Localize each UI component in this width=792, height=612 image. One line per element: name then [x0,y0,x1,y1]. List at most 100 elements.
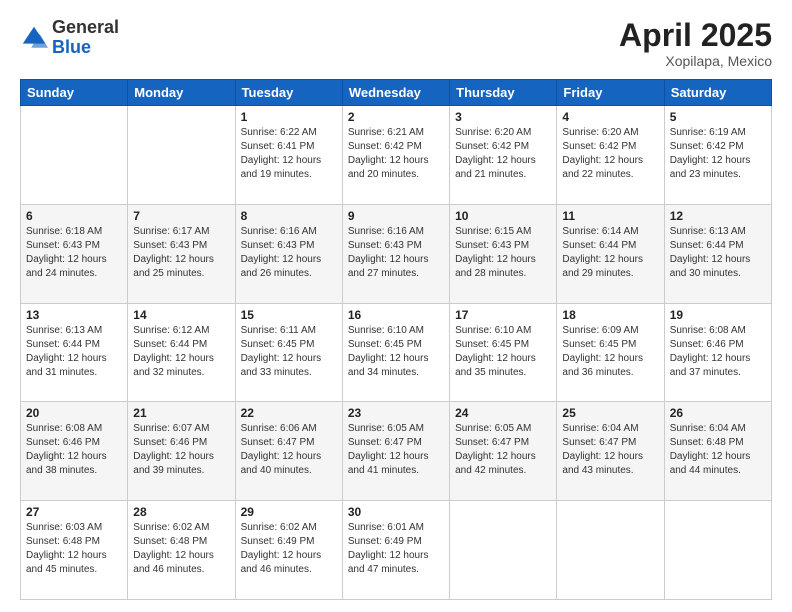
day-number: 20 [26,406,122,420]
table-row: 9 Sunrise: 6:16 AM Sunset: 6:43 PM Daylig… [342,204,449,303]
table-row: 19 Sunrise: 6:08 AM Sunset: 6:46 PM Dayli… [664,303,771,402]
header-thursday: Thursday [450,80,557,106]
table-row [450,501,557,600]
header-saturday: Saturday [664,80,771,106]
table-row: 6 Sunrise: 6:18 AM Sunset: 6:43 PM Daylig… [21,204,128,303]
day-number: 25 [562,406,658,420]
title-block: April 2025 Xopilapa, Mexico [619,18,772,69]
table-row: 30 Sunrise: 6:01 AM Sunset: 6:49 PM Dayli… [342,501,449,600]
day-info: Sunrise: 6:08 AM Sunset: 6:46 PM Dayligh… [670,324,766,380]
table-row: 18 Sunrise: 6:09 AM Sunset: 6:45 PM Dayli… [557,303,664,402]
day-info: Sunrise: 6:18 AM Sunset: 6:43 PM Dayligh… [26,225,122,281]
logo-general-text: General [52,18,119,38]
day-number: 9 [348,209,444,223]
table-row: 11 Sunrise: 6:14 AM Sunset: 6:44 PM Dayli… [557,204,664,303]
day-info: Sunrise: 6:11 AM Sunset: 6:45 PM Dayligh… [241,324,337,380]
day-number: 26 [670,406,766,420]
table-row: 12 Sunrise: 6:13 AM Sunset: 6:44 PM Dayli… [664,204,771,303]
day-number: 18 [562,308,658,322]
day-info: Sunrise: 6:08 AM Sunset: 6:46 PM Dayligh… [26,422,122,478]
logo-icon [20,24,48,52]
day-info: Sunrise: 6:09 AM Sunset: 6:45 PM Dayligh… [562,324,658,380]
day-number: 29 [241,505,337,519]
day-info: Sunrise: 6:20 AM Sunset: 6:42 PM Dayligh… [455,126,551,182]
day-number: 17 [455,308,551,322]
day-number: 1 [241,110,337,124]
day-number: 30 [348,505,444,519]
day-info: Sunrise: 6:16 AM Sunset: 6:43 PM Dayligh… [348,225,444,281]
table-row: 16 Sunrise: 6:10 AM Sunset: 6:45 PM Dayli… [342,303,449,402]
day-number: 7 [133,209,229,223]
day-info: Sunrise: 6:16 AM Sunset: 6:43 PM Dayligh… [241,225,337,281]
day-number: 19 [670,308,766,322]
day-info: Sunrise: 6:12 AM Sunset: 6:44 PM Dayligh… [133,324,229,380]
table-row: 17 Sunrise: 6:10 AM Sunset: 6:45 PM Dayli… [450,303,557,402]
day-number: 6 [26,209,122,223]
day-info: Sunrise: 6:15 AM Sunset: 6:43 PM Dayligh… [455,225,551,281]
calendar-title: April 2025 [619,18,772,53]
day-info: Sunrise: 6:06 AM Sunset: 6:47 PM Dayligh… [241,422,337,478]
day-number: 23 [348,406,444,420]
header-tuesday: Tuesday [235,80,342,106]
day-info: Sunrise: 6:19 AM Sunset: 6:42 PM Dayligh… [670,126,766,182]
day-info: Sunrise: 6:05 AM Sunset: 6:47 PM Dayligh… [348,422,444,478]
logo: General Blue [20,18,119,58]
table-row: 5 Sunrise: 6:19 AM Sunset: 6:42 PM Daylig… [664,106,771,205]
calendar-week-row: 1Sunrise: 6:22 AM Sunset: 6:41 PM Daylig… [21,106,772,205]
logo-text: General Blue [52,18,119,58]
day-info: Sunrise: 6:03 AM Sunset: 6:48 PM Dayligh… [26,521,122,577]
day-number: 12 [670,209,766,223]
calendar-week-row: 13Sunrise: 6:13 AM Sunset: 6:44 PM Dayli… [21,303,772,402]
day-number: 28 [133,505,229,519]
calendar-location: Xopilapa, Mexico [619,53,772,69]
header: General Blue April 2025 Xopilapa, Mexico [20,18,772,69]
table-row: 24 Sunrise: 6:05 AM Sunset: 6:47 PM Dayli… [450,402,557,501]
table-row [664,501,771,600]
header-sunday: Sunday [21,80,128,106]
day-info: Sunrise: 6:01 AM Sunset: 6:49 PM Dayligh… [348,521,444,577]
day-info: Sunrise: 6:05 AM Sunset: 6:47 PM Dayligh… [455,422,551,478]
table-row: 4Sunrise: 6:20 AM Sunset: 6:42 PM Daylig… [557,106,664,205]
table-row: 26 Sunrise: 6:04 AM Sunset: 6:48 PM Dayli… [664,402,771,501]
day-number: 4 [562,110,658,124]
header-monday: Monday [128,80,235,106]
day-number: 27 [26,505,122,519]
table-row [557,501,664,600]
day-info: Sunrise: 6:17 AM Sunset: 6:43 PM Dayligh… [133,225,229,281]
day-info: Sunrise: 6:04 AM Sunset: 6:47 PM Dayligh… [562,422,658,478]
table-row: 1Sunrise: 6:22 AM Sunset: 6:41 PM Daylig… [235,106,342,205]
day-number: 15 [241,308,337,322]
calendar-table: Sunday Monday Tuesday Wednesday Thursday… [20,79,772,600]
day-info: Sunrise: 6:02 AM Sunset: 6:49 PM Dayligh… [241,521,337,577]
day-info: Sunrise: 6:21 AM Sunset: 6:42 PM Dayligh… [348,126,444,182]
header-wednesday: Wednesday [342,80,449,106]
day-info: Sunrise: 6:10 AM Sunset: 6:45 PM Dayligh… [348,324,444,380]
table-row: 15 Sunrise: 6:11 AM Sunset: 6:45 PM Dayli… [235,303,342,402]
day-info: Sunrise: 6:04 AM Sunset: 6:48 PM Dayligh… [670,422,766,478]
table-row: 8 Sunrise: 6:16 AM Sunset: 6:43 PM Daylig… [235,204,342,303]
day-info: Sunrise: 6:14 AM Sunset: 6:44 PM Dayligh… [562,225,658,281]
day-number: 10 [455,209,551,223]
table-row: 14 Sunrise: 6:12 AM Sunset: 6:44 PM Dayli… [128,303,235,402]
calendar-week-row: 6 Sunrise: 6:18 AM Sunset: 6:43 PM Daylig… [21,204,772,303]
table-row: 22Sunrise: 6:06 AM Sunset: 6:47 PM Dayli… [235,402,342,501]
day-number: 5 [670,110,766,124]
day-info: Sunrise: 6:13 AM Sunset: 6:44 PM Dayligh… [26,324,122,380]
page: General Blue April 2025 Xopilapa, Mexico… [0,0,792,612]
logo-blue-text: Blue [52,38,119,58]
day-number: 16 [348,308,444,322]
table-row: 10 Sunrise: 6:15 AM Sunset: 6:43 PM Dayli… [450,204,557,303]
day-number: 21 [133,406,229,420]
day-number: 2 [348,110,444,124]
day-number: 11 [562,209,658,223]
day-number: 14 [133,308,229,322]
day-number: 24 [455,406,551,420]
table-row: 25 Sunrise: 6:04 AM Sunset: 6:47 PM Dayli… [557,402,664,501]
day-info: Sunrise: 6:07 AM Sunset: 6:46 PM Dayligh… [133,422,229,478]
day-info: Sunrise: 6:13 AM Sunset: 6:44 PM Dayligh… [670,225,766,281]
table-row: 29 Sunrise: 6:02 AM Sunset: 6:49 PM Dayli… [235,501,342,600]
day-info: Sunrise: 6:02 AM Sunset: 6:48 PM Dayligh… [133,521,229,577]
day-info: Sunrise: 6:10 AM Sunset: 6:45 PM Dayligh… [455,324,551,380]
day-number: 8 [241,209,337,223]
table-row: 21 Sunrise: 6:07 AM Sunset: 6:46 PM Dayli… [128,402,235,501]
